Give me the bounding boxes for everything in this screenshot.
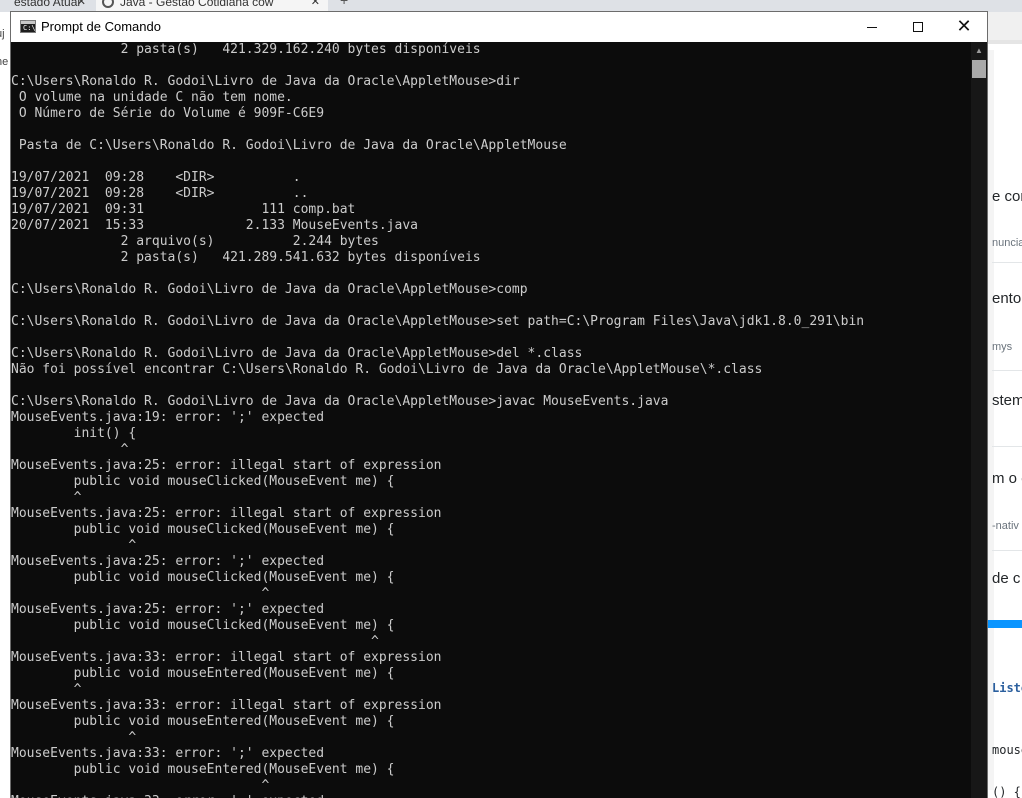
console-line: MouseEvents.java:25: error: illegal star… — [11, 458, 442, 473]
window-titlebar[interactable]: C:\_ Prompt de Comando ✕ — [11, 12, 987, 42]
divider — [992, 550, 1022, 551]
command-prompt-window[interactable]: C:\_ Prompt de Comando ✕ 2 pasta(s) 421.… — [10, 11, 988, 798]
browser-fragment: uj — [0, 28, 5, 40]
console-icon: C:\_ — [20, 20, 40, 33]
new-tab-icon[interactable]: + — [340, 0, 348, 8]
accent-bar — [988, 620, 1022, 628]
question-title[interactable]: de c — [992, 570, 1020, 587]
console-line: public void mouseClicked(MouseEvent me) … — [11, 474, 395, 489]
console-line: ^ — [11, 586, 270, 601]
console-line: O volume na unidade C não tem nome. — [11, 90, 293, 105]
question-title[interactable]: ento — [992, 290, 1021, 307]
window-title: Prompt de Comando — [41, 19, 161, 34]
console-output[interactable]: 2 pasta(s) 421.329.162.240 bytes disponí… — [11, 42, 971, 798]
console-line: ^ — [11, 490, 82, 505]
question-meta: -nativ — [992, 520, 1019, 532]
console-line: Não foi possível encontrar C:\Users\Rona… — [11, 362, 763, 377]
code-fragment: Liste — [992, 681, 1022, 695]
close-icon: ✕ — [956, 16, 972, 37]
console-line: ^ — [11, 778, 270, 793]
console-line: 2 pasta(s) 421.329.162.240 bytes disponí… — [11, 42, 481, 57]
console-line: public void mouseClicked(MouseEvent me) … — [11, 570, 395, 585]
console-line: MouseEvents.java:25: error: ';' expected — [11, 602, 325, 617]
browser-left-edge: uj ne — [0, 12, 10, 798]
console-line: public void mouseClicked(MouseEvent me) … — [11, 618, 395, 633]
vertical-scrollbar[interactable]: ▲ — [971, 42, 987, 798]
console-line: C:\Users\Ronaldo R. Godoi\Livro de Java … — [11, 314, 865, 329]
console-line: ^ — [11, 730, 137, 745]
browser-tab-label: estado Atual — [14, 0, 81, 9]
code-fragment: mouse — [992, 743, 1022, 757]
question-meta: nuncia — [992, 237, 1022, 249]
question-title[interactable]: m o e — [992, 470, 1022, 487]
question-title[interactable]: e con — [992, 188, 1022, 205]
minimize-icon — [867, 26, 877, 28]
console-line: Pasta de C:\Users\Ronaldo R. Godoi\Livro… — [11, 138, 567, 153]
console-line: 2 arquivo(s) 2.244 bytes — [11, 234, 379, 249]
question-title[interactable]: stema — [992, 392, 1022, 409]
console-line: init() { — [11, 426, 137, 441]
console-line: ^ — [11, 682, 82, 697]
browser-fragment: ne — [0, 56, 9, 68]
console-line: ^ — [11, 538, 137, 553]
console-line: 2 pasta(s) 421.289.541.632 bytes disponí… — [11, 250, 481, 265]
console-line: MouseEvents.java:19: error: ';' expected — [11, 410, 325, 425]
page-gutter — [988, 50, 994, 790]
console-line: 19/07/2021 09:28 <DIR> . — [11, 170, 301, 185]
console-line: 19/07/2021 09:28 <DIR> .. — [11, 186, 309, 201]
scrollbar-thumb[interactable] — [972, 60, 986, 78]
console-line: 20/07/2021 15:33 2.133 MouseEvents.java — [11, 218, 418, 233]
code-fragment: () { — [992, 785, 1021, 798]
close-button[interactable]: ✕ — [941, 12, 987, 42]
minimize-button[interactable] — [849, 12, 895, 42]
console-line: public void mouseEntered(MouseEvent me) … — [11, 714, 395, 729]
scroll-up-icon[interactable]: ▲ — [971, 42, 987, 59]
browser-page-background: e con nuncia ento mys stema m o e -nativ… — [988, 40, 1022, 798]
console-line: public void mouseClicked(MouseEvent me) … — [11, 522, 395, 537]
console-line: MouseEvents.java:25: error: illegal star… — [11, 506, 442, 521]
console-lines: 2 pasta(s) 421.329.162.240 bytes disponí… — [11, 42, 971, 798]
maximize-icon — [913, 22, 923, 32]
console-line: MouseEvents.java:33: error: illegal star… — [11, 698, 442, 713]
console-line: O Número de Série do Volume é 909F-C6E9 — [11, 106, 325, 121]
console-line: MouseEvents.java:33: error: ';' expected — [11, 746, 325, 761]
console-line: ^ — [11, 634, 379, 649]
console-line: 19/07/2021 09:31 111 comp.bat — [11, 202, 356, 217]
loading-icon — [102, 0, 114, 8]
console-line: MouseEvents.java:33: error: ';' expected — [11, 794, 971, 798]
divider — [992, 446, 1022, 447]
divider — [992, 262, 1022, 263]
console-line: C:\Users\Ronaldo R. Godoi\Livro de Java … — [11, 346, 583, 361]
console-line: public void mouseEntered(MouseEvent me) … — [11, 666, 395, 681]
maximize-button[interactable] — [895, 12, 941, 42]
console-line: MouseEvents.java:25: error: ';' expected — [11, 554, 325, 569]
console-line: MouseEvents.java:33: error: illegal star… — [11, 650, 442, 665]
console-line: C:\Users\Ronaldo R. Godoi\Livro de Java … — [11, 74, 520, 89]
console-line: C:\Users\Ronaldo R. Godoi\Livro de Java … — [11, 394, 669, 409]
page-header-strip — [988, 40, 1022, 44]
question-meta: mys — [992, 341, 1013, 353]
console-line: ^ — [11, 442, 129, 457]
console-line: public void mouseEntered(MouseEvent me) … — [11, 762, 395, 777]
console-line: C:\Users\Ronaldo R. Godoi\Livro de Java … — [11, 282, 528, 297]
console-icon-text: C:\_ — [23, 24, 40, 32]
divider — [992, 370, 1022, 371]
browser-tab-label: Java - Gestão Cotidiana cow — [120, 0, 274, 9]
